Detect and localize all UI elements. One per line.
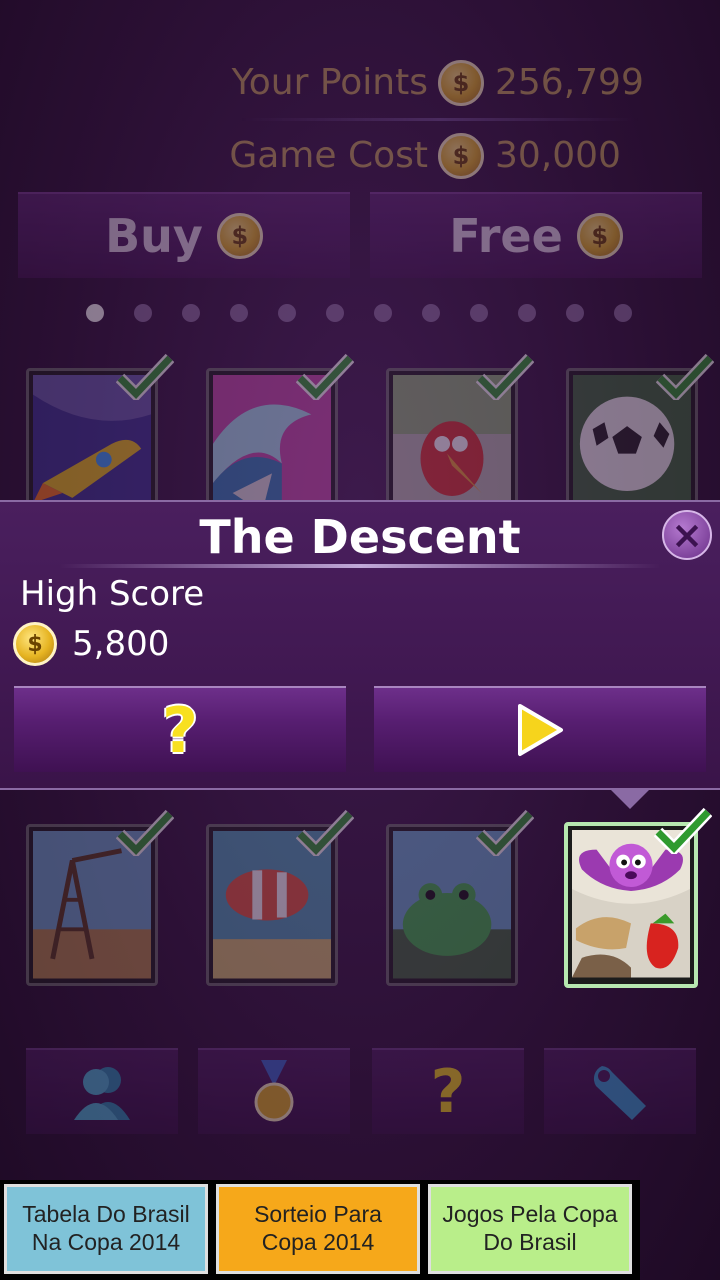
help-button[interactable]: ?	[372, 1048, 524, 1134]
check-icon	[116, 809, 174, 856]
page-dot[interactable]	[134, 304, 152, 322]
coin-icon: $	[13, 622, 57, 666]
page-dot[interactable]	[614, 304, 632, 322]
check-icon	[654, 807, 712, 854]
check-icon	[116, 353, 174, 400]
page-indicator	[86, 302, 646, 326]
ad-line: Tabela Do Brasil	[22, 1201, 190, 1228]
game-cost-row: Game Cost $ 30,000	[0, 127, 720, 187]
buy-button[interactable]: Buy $	[18, 192, 350, 278]
help-icon: ?	[430, 1057, 466, 1127]
ad-bar: Tabela Do Brasil Na Copa 2014 Sorteio Pa…	[0, 1180, 640, 1280]
page-dot[interactable]	[326, 304, 344, 322]
your-points-label: Your Points	[231, 62, 428, 103]
divider	[60, 564, 660, 568]
game-cost-label: Game Cost	[229, 135, 428, 176]
wrench-icon	[593, 1066, 646, 1120]
play-icon	[518, 704, 563, 756]
page-dot[interactable]	[422, 304, 440, 322]
medal-icon	[254, 1060, 294, 1122]
close-button[interactable]: ×	[662, 510, 712, 560]
coin-icon: $	[216, 213, 263, 259]
ad-line: Copa 2014	[261, 1229, 375, 1255]
profile-button[interactable]	[26, 1048, 178, 1134]
ad-button-jogos[interactable]: Jogos Pela Copa Do Brasil	[428, 1184, 632, 1274]
popup-title: The Descent	[199, 510, 521, 564]
check-icon	[296, 353, 354, 400]
ad-line: Sorteio Para	[254, 1201, 382, 1228]
check-icon	[656, 353, 714, 400]
high-score-label: High Score	[20, 574, 205, 614]
ad-button-sorteio[interactable]: Sorteio Para Copa 2014	[216, 1184, 420, 1274]
question-icon: ?	[162, 693, 198, 767]
play-button[interactable]	[374, 686, 706, 772]
game-info-popup: The Descent × High Score $ 5,800 ?	[0, 500, 720, 790]
page-dot[interactable]	[518, 304, 536, 322]
page-dot[interactable]	[374, 304, 392, 322]
page-dot[interactable]	[470, 304, 488, 322]
coin-icon: $	[576, 213, 623, 259]
page-dot[interactable]	[566, 304, 584, 322]
game-screen: Your Points $ 256,799 Game Cost $ 30,000…	[0, 0, 720, 1280]
high-score-value: 5,800	[72, 624, 170, 664]
game-help-button[interactable]: ?	[14, 686, 346, 772]
ad-button-tabela[interactable]: Tabela Do Brasil Na Copa 2014	[4, 1184, 208, 1274]
achievements-button[interactable]	[198, 1048, 350, 1134]
divider	[240, 118, 640, 121]
settings-button[interactable]	[544, 1048, 696, 1134]
ad-line: Na Copa 2014	[31, 1229, 181, 1255]
buy-button-label: Buy	[105, 209, 203, 263]
page-dot[interactable]	[182, 304, 200, 322]
ad-line: Do Brasil	[483, 1229, 577, 1255]
profile-icon	[74, 1067, 130, 1120]
check-icon	[476, 809, 534, 856]
free-button[interactable]: Free $	[370, 192, 702, 278]
popup-pointer	[610, 789, 650, 809]
page-dot[interactable]	[86, 304, 104, 322]
your-points-value: 256,799	[495, 62, 644, 103]
coin-icon: $	[438, 60, 484, 106]
page-dot[interactable]	[278, 304, 296, 322]
check-icon	[296, 809, 354, 856]
page-dot[interactable]	[230, 304, 248, 322]
game-cost-value: 30,000	[495, 135, 621, 176]
check-icon	[476, 353, 534, 400]
ad-line: Jogos Pela Copa	[442, 1201, 618, 1228]
coin-icon: $	[438, 133, 484, 179]
free-button-label: Free	[449, 209, 563, 263]
your-points-row: Your Points $ 256,799	[0, 54, 720, 114]
